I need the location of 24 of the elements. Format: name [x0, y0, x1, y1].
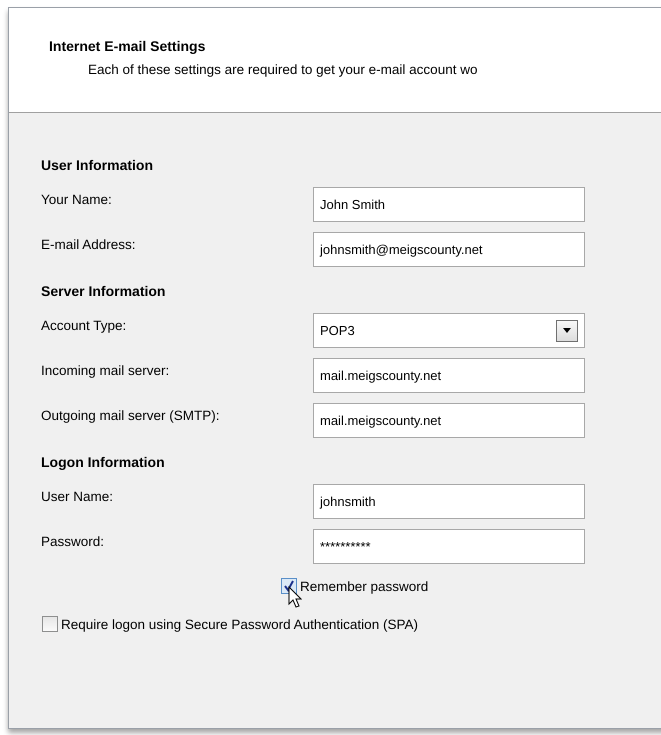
section-heading: Logon Information [41, 454, 166, 472]
checkbox-label[interactable]: Require logon using Secure Password Authentication (SPA) [61, 616, 418, 632]
field-label: Outgoing mail server (SMTP): [41, 407, 221, 423]
field-label: E-mail Address: [41, 236, 137, 252]
input-field[interactable]: johnsmith@meigscounty.net [313, 232, 585, 267]
cursor-icon [288, 586, 302, 608]
field-label: User Name: [41, 488, 114, 504]
field-label: Account Type: [41, 317, 128, 333]
section-heading: Server Information [41, 283, 166, 301]
dialog-title: Internet E-mail Settings [49, 38, 206, 54]
field-label: Password: [41, 533, 106, 549]
input-field[interactable]: ********** [313, 529, 585, 564]
checkbox-label[interactable]: Remember password [300, 578, 428, 594]
input-field[interactable]: mail.meigscounty.net [313, 403, 585, 438]
input-field[interactable]: johnsmith [313, 484, 585, 519]
field-label: Your Name: [41, 191, 113, 207]
account-type-dropdown[interactable]: POP3 [313, 313, 585, 348]
input-field[interactable]: mail.meigscounty.net [313, 358, 585, 393]
checkbox[interactable] [42, 616, 58, 632]
field-label: Incoming mail server: [41, 362, 170, 378]
caret-icon [563, 328, 571, 333]
dialog-subtitle: Each of these settings are required to get your e-mail account wo [88, 62, 478, 77]
input-field[interactable]: John Smith [313, 187, 585, 222]
section-heading: User Information [41, 157, 154, 175]
